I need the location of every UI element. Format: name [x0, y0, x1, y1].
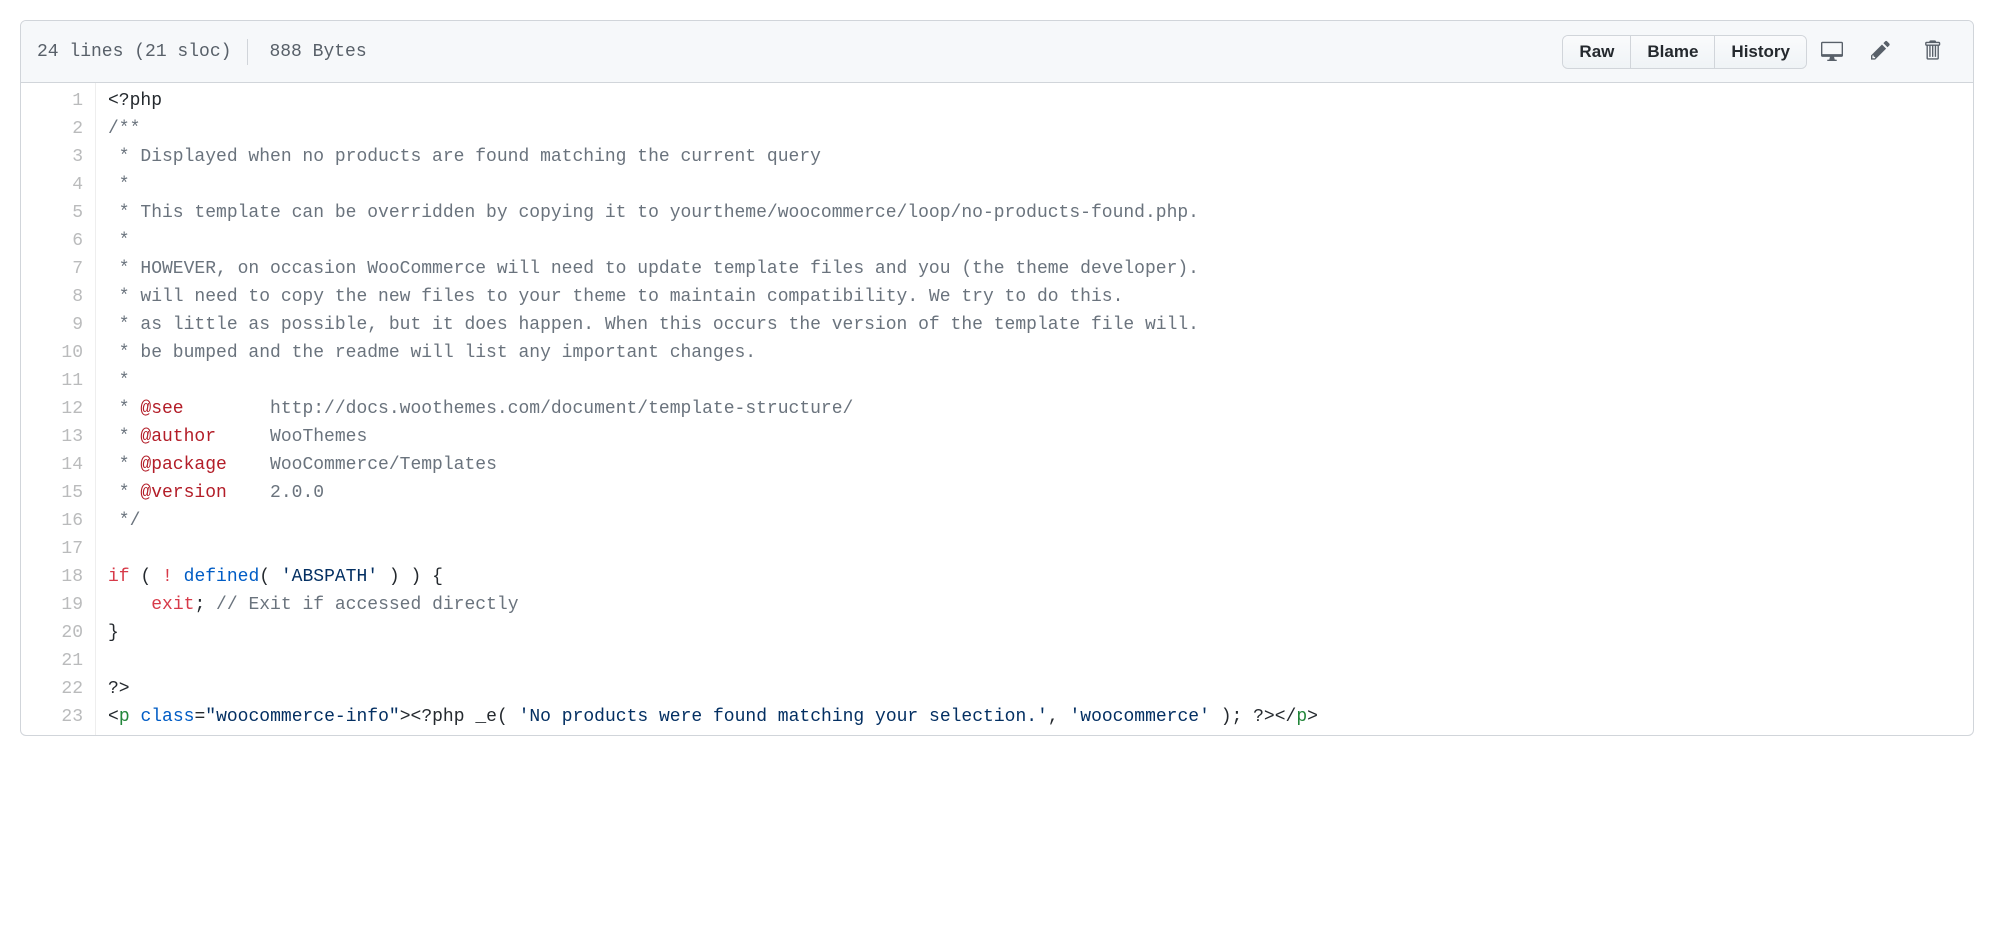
code-line: * as little as possible, but it does hap…	[108, 311, 1961, 339]
trash-icon	[1921, 39, 1943, 64]
line-number[interactable]: 2	[31, 115, 83, 143]
code-line: * HOWEVER, on occasion WooCommerce will …	[108, 255, 1961, 283]
edit-button[interactable]	[1857, 31, 1907, 72]
line-number[interactable]: 12	[31, 395, 83, 423]
code-line: * @author WooThemes	[108, 423, 1961, 451]
line-number[interactable]: 19	[31, 591, 83, 619]
blame-button[interactable]: Blame	[1631, 36, 1715, 68]
file-size: 888 Bytes	[253, 42, 366, 62]
code-line: /**	[108, 115, 1961, 143]
code-line: }	[108, 619, 1961, 647]
line-number[interactable]: 20	[31, 619, 83, 647]
line-numbers-gutter: 1234567891011121314151617181920212223	[21, 83, 95, 735]
line-number[interactable]: 14	[31, 451, 83, 479]
desktop-button[interactable]	[1807, 31, 1857, 72]
code-line: *	[108, 171, 1961, 199]
code-line	[108, 535, 1961, 563]
code-line: */	[108, 507, 1961, 535]
code-line: * Displayed when no products are found m…	[108, 143, 1961, 171]
line-number[interactable]: 4	[31, 171, 83, 199]
raw-button[interactable]: Raw	[1563, 36, 1631, 68]
code-line: exit; // Exit if accessed directly	[108, 591, 1961, 619]
line-number[interactable]: 17	[31, 535, 83, 563]
code-line: <p class="woocommerce-info"><?php _e( 'N…	[108, 703, 1961, 731]
line-number[interactable]: 15	[31, 479, 83, 507]
file-lines-count: 24 lines (21 sloc)	[37, 42, 247, 62]
code-line: * This template can be overridden by cop…	[108, 199, 1961, 227]
line-number[interactable]: 3	[31, 143, 83, 171]
line-number[interactable]: 18	[31, 563, 83, 591]
code-line: *	[108, 367, 1961, 395]
line-number[interactable]: 23	[31, 703, 83, 731]
line-number[interactable]: 10	[31, 339, 83, 367]
history-button[interactable]: History	[1715, 36, 1806, 68]
code-line: * @version 2.0.0	[108, 479, 1961, 507]
desktop-icon	[1821, 39, 1843, 64]
line-number[interactable]: 22	[31, 675, 83, 703]
code-content: <?php/** * Displayed when no products ar…	[95, 83, 1973, 735]
file-box: 24 lines (21 sloc) 888 Bytes Raw Blame H…	[20, 20, 1974, 736]
code-line: * @see http://docs.woothemes.com/documen…	[108, 395, 1961, 423]
line-number[interactable]: 6	[31, 227, 83, 255]
code-line: * be bumped and the readme will list any…	[108, 339, 1961, 367]
line-number[interactable]: 1	[31, 87, 83, 115]
code-line: if ( ! defined( 'ABSPATH' ) ) {	[108, 563, 1961, 591]
code-line	[108, 647, 1961, 675]
delete-button[interactable]	[1907, 31, 1957, 72]
line-number[interactable]: 11	[31, 367, 83, 395]
line-number[interactable]: 9	[31, 311, 83, 339]
line-number[interactable]: 8	[31, 283, 83, 311]
line-number[interactable]: 5	[31, 199, 83, 227]
file-actions: Raw Blame History	[1562, 31, 1957, 72]
divider	[247, 39, 248, 65]
code-line: *	[108, 227, 1961, 255]
line-number[interactable]: 21	[31, 647, 83, 675]
file-header: 24 lines (21 sloc) 888 Bytes Raw Blame H…	[21, 21, 1973, 83]
line-number[interactable]: 16	[31, 507, 83, 535]
code-container: 1234567891011121314151617181920212223 <?…	[21, 83, 1973, 735]
code-line: * will need to copy the new files to you…	[108, 283, 1961, 311]
code-line: <?php	[108, 87, 1961, 115]
code-line: ?>	[108, 675, 1961, 703]
code-line: * @package WooCommerce/Templates	[108, 451, 1961, 479]
file-info: 24 lines (21 sloc) 888 Bytes	[37, 39, 367, 65]
pencil-icon	[1871, 39, 1893, 64]
button-group: Raw Blame History	[1562, 35, 1807, 69]
line-number[interactable]: 13	[31, 423, 83, 451]
line-number[interactable]: 7	[31, 255, 83, 283]
